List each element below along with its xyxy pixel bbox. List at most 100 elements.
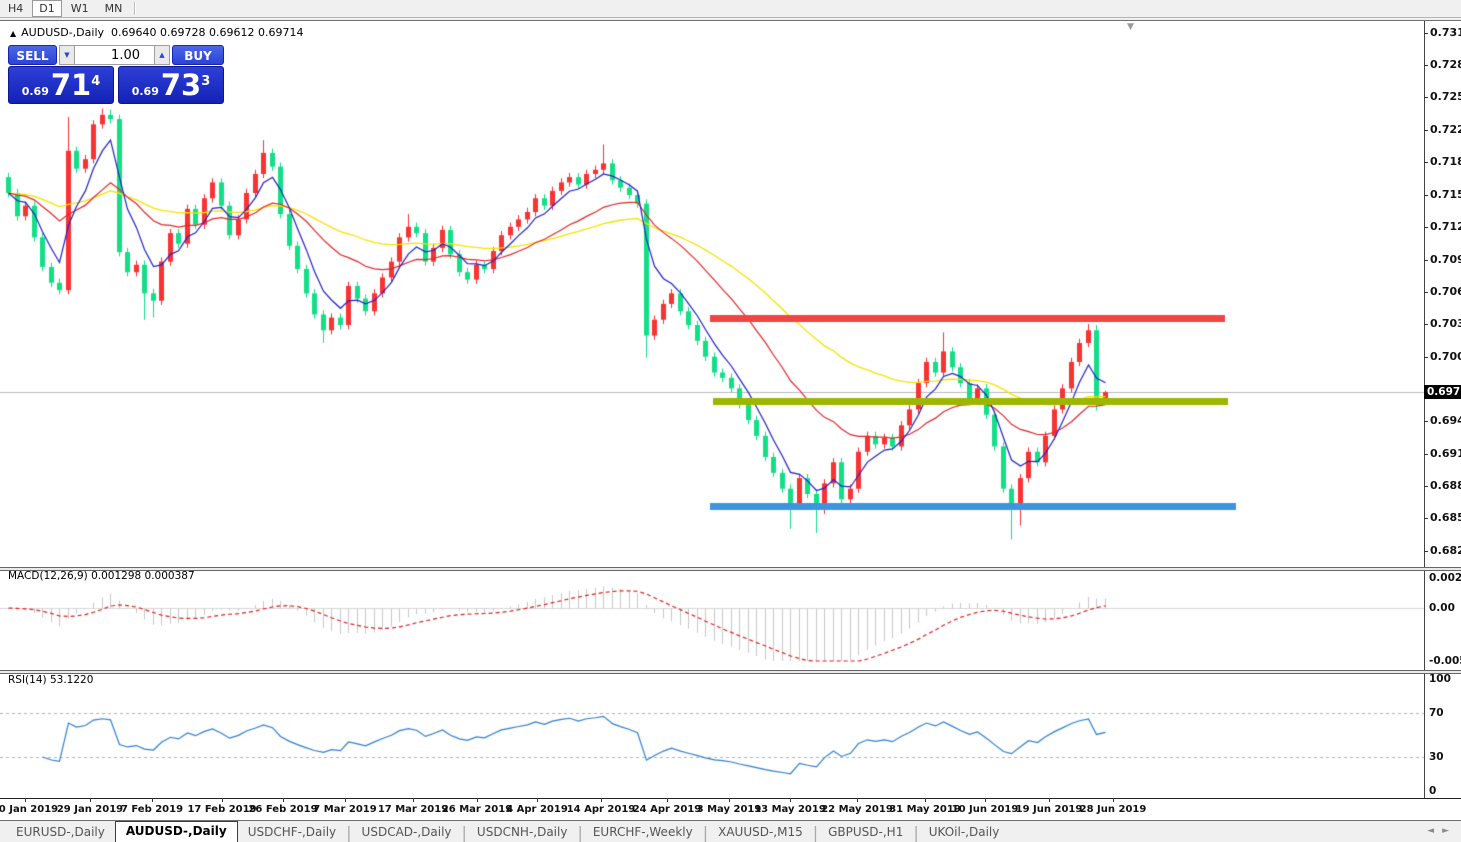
date-label: 7 Mar 2019 (313, 804, 377, 815)
price-tick-label: 0.71280 (1430, 220, 1461, 233)
tab-usdcaddaily[interactable]: USDCAD-,Daily (352, 823, 462, 842)
price-tick-label: 0.72810 (1430, 58, 1461, 71)
tab-eurusddaily[interactable]: EURUSD-,Daily (6, 823, 115, 842)
autoscroll-marker-icon[interactable]: ▼ (1127, 22, 1134, 32)
date-tick (537, 798, 538, 802)
price-tick-label: 0.70970 (1430, 253, 1461, 266)
timeframe-button-h4[interactable]: H4 (1, 0, 30, 17)
rsi-label: RSI(14) 53.1220 (8, 674, 94, 686)
macd-label: MACD(12,26,9) 0.001298 0.000387 (8, 570, 195, 582)
date-tick (985, 798, 986, 802)
timeframe-button-mn[interactable]: MN (98, 0, 130, 17)
date-tick (1049, 798, 1050, 802)
price-tick (1424, 292, 1428, 293)
toolbar-separator (134, 2, 137, 15)
price-tick (1424, 260, 1428, 261)
date-tick (925, 798, 926, 802)
collapse-arrow-icon[interactable]: ▲ (10, 29, 16, 38)
time-axis-line (0, 798, 1461, 799)
tab-ukoildaily[interactable]: UKOil-,Daily (919, 823, 1010, 842)
price-tick (1424, 227, 1428, 228)
date-label: 26 Feb 2019 (248, 804, 318, 815)
sell-button[interactable]: SELL (8, 45, 57, 65)
macd-indicator-canvas[interactable] (0, 571, 1424, 670)
price-tick-label: 0.68210 (1430, 544, 1461, 557)
timeframe-button-d1[interactable]: D1 (32, 0, 62, 17)
price-tick (1424, 33, 1428, 34)
volume-increase-button[interactable]: ▲ (154, 45, 170, 65)
date-label: 17 Feb 2019 (187, 804, 257, 815)
buy-price-prefix: 0.69 (131, 85, 159, 98)
price-tick (1424, 162, 1428, 163)
mt4-window: H4 D1 W1 MN ▲ AUDUSD-,Daily 0.69640 0.69728 … (0, 0, 1461, 842)
date-label: 20 Jan 2019 (0, 804, 59, 815)
date-tick (90, 798, 91, 802)
tab-gbpusdh1[interactable]: GBPUSD-,H1 (818, 823, 913, 842)
rsi-scale-label: 70 (1429, 707, 1444, 719)
date-label: 22 May 2019 (821, 804, 893, 815)
price-tick-label: 0.72200 (1430, 123, 1461, 136)
rsi-scale-label: 0 (1429, 785, 1437, 797)
price-tick-label: 0.69130 (1430, 447, 1461, 460)
current-price-box: 0.69714 (1424, 385, 1461, 399)
price-tick (1424, 454, 1428, 455)
date-label: 3 May 2019 (696, 804, 762, 815)
timeframe-toolbar: H4 D1 W1 MN (0, 0, 1461, 18)
price-tick-label: 0.73115 (1430, 26, 1461, 39)
volume-decrease-button[interactable]: ▼ (59, 45, 75, 65)
macd-scale-label: 0.002984 (1429, 572, 1461, 584)
buy-button[interactable]: BUY (172, 45, 224, 65)
buy-price-button[interactable]: 0.69 73 3 (118, 66, 224, 104)
date-label: 24 Apr 2019 (632, 804, 702, 815)
date-tick (25, 798, 26, 802)
tab-audusddaily[interactable]: AUDUSD-,Daily (114, 821, 238, 842)
date-tick (729, 798, 730, 802)
date-label: 10 Jun 2019 (951, 804, 1019, 815)
date-label: 26 Mar 2019 (441, 804, 513, 815)
timeframe-button-w1[interactable]: W1 (64, 0, 96, 17)
macd-scale-label: 0.00 (1429, 602, 1455, 614)
date-tick (152, 798, 153, 802)
price-tick (1424, 324, 1428, 325)
price-tick (1424, 486, 1428, 487)
price-tick-label: 0.70665 (1430, 285, 1461, 298)
rsi-indicator-canvas[interactable] (0, 675, 1424, 798)
price-tick (1424, 130, 1428, 131)
date-tick (345, 798, 346, 802)
tab-usdchfdaily[interactable]: USDCHF-,Daily (238, 823, 346, 842)
date-label: 17 Mar 2019 (377, 804, 449, 815)
panel-splitter-macd[interactable] (0, 567, 1461, 571)
one-click-trade-panel: SELL ▼ ▲ BUY 0.69 71 4 0.69 73 3 (8, 45, 224, 104)
price-tick (1424, 357, 1428, 358)
tab-eurchfweekly[interactable]: EURCHF-,Weekly (583, 823, 703, 842)
price-axis-line (1424, 21, 1425, 799)
price-tick-label: 0.69440 (1430, 414, 1461, 427)
date-label: 14 Apr 2019 (566, 804, 636, 815)
date-tick (413, 798, 414, 802)
tab-scroll-arrows[interactable]: ◄► (1427, 826, 1457, 836)
buy-price-sup: 3 (201, 74, 211, 89)
chart-window: ▲ AUDUSD-,Daily 0.69640 0.69728 0.69612 0… (0, 20, 1461, 821)
date-tick (667, 798, 668, 802)
sell-price-big: 71 (50, 68, 92, 102)
date-label: 4 Apr 2019 (506, 804, 568, 815)
tab-scroll-right-icon[interactable]: ► (1442, 826, 1457, 836)
date-tick (790, 798, 791, 802)
sell-price-button[interactable]: 0.69 71 4 (8, 66, 114, 104)
date-tick (477, 798, 478, 802)
date-label: 28 Jun 2019 (1079, 804, 1147, 815)
rsi-scale-label: 30 (1429, 751, 1444, 763)
tab-xauusdm15[interactable]: XAUUSD-,M15 (708, 823, 813, 842)
price-tick-label: 0.70360 (1430, 317, 1461, 330)
tab-usdcnhdaily[interactable]: USDCNH-,Daily (467, 823, 578, 842)
price-tick (1424, 518, 1428, 519)
volume-input[interactable] (75, 45, 154, 65)
date-label: 13 May 2019 (754, 804, 826, 815)
ohlc-values: 0.69640 0.69728 0.69612 0.69714 (111, 26, 304, 39)
price-tick-label: 0.68825 (1430, 479, 1461, 492)
date-label: 31 May 2019 (889, 804, 961, 815)
price-tick (1424, 551, 1428, 552)
tab-scroll-left-icon[interactable]: ◄ (1427, 826, 1442, 836)
panel-splitter-rsi[interactable] (0, 670, 1461, 674)
date-tick (857, 798, 858, 802)
